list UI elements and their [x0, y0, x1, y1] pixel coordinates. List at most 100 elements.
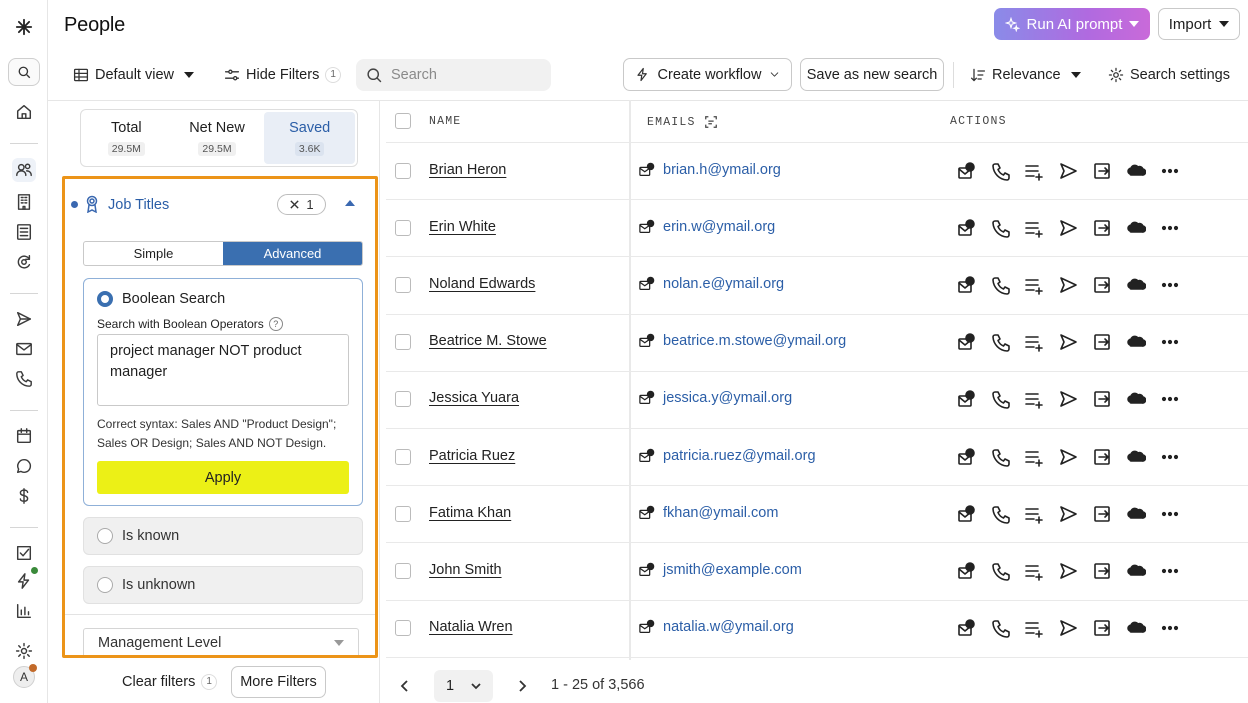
tab-saved[interactable]: Saved 3.6K	[264, 112, 356, 164]
export-icon[interactable]	[1092, 561, 1112, 581]
salesforce-icon[interactable]	[1126, 504, 1146, 524]
view-selector[interactable]: Default view	[73, 62, 194, 88]
is-unknown-option[interactable]: Is unknown	[83, 566, 363, 604]
tasks-icon[interactable]	[12, 541, 36, 565]
add-to-list-icon[interactable]	[1024, 618, 1044, 638]
clear-job-titles-chip[interactable]: 1	[277, 194, 326, 215]
email-status-icon[interactable]	[956, 332, 976, 352]
add-to-list-icon[interactable]	[1024, 332, 1044, 352]
phone-icon[interactable]	[990, 447, 1010, 467]
phone-icon[interactable]	[990, 561, 1010, 581]
chevron-up-icon[interactable]	[345, 200, 355, 206]
companies-icon[interactable]	[12, 190, 36, 214]
phone-icon[interactable]	[990, 275, 1010, 295]
email-link[interactable]: brian.h@ymail.org	[663, 162, 781, 178]
email-status-icon[interactable]	[956, 561, 976, 581]
import-button[interactable]: Import	[1158, 8, 1240, 40]
search-field[interactable]	[356, 59, 551, 91]
is-known-option[interactable]: Is known	[83, 517, 363, 555]
more-options-icon[interactable]	[1160, 561, 1180, 581]
people-icon[interactable]	[12, 158, 36, 182]
column-header-name[interactable]: NAME	[429, 115, 461, 128]
export-icon[interactable]	[1092, 447, 1112, 467]
person-name-link[interactable]: Natalia Wren	[429, 619, 513, 635]
analytics-icon[interactable]	[12, 599, 36, 623]
previous-page-button[interactable]	[395, 676, 415, 696]
mode-advanced[interactable]: Advanced	[223, 242, 362, 265]
phone-icon[interactable]	[990, 161, 1010, 181]
more-filters-button[interactable]: More Filters	[231, 666, 326, 698]
create-workflow-button[interactable]: Create workflow	[623, 58, 792, 91]
row-checkbox[interactable]	[395, 277, 411, 293]
send-sequence-icon[interactable]	[1058, 332, 1078, 352]
apply-button[interactable]: Apply	[97, 461, 349, 494]
workflows-icon[interactable]	[12, 567, 38, 593]
row-checkbox[interactable]	[395, 219, 411, 236]
email-status-icon[interactable]	[956, 447, 976, 467]
column-header-emails[interactable]: EMAILS	[647, 115, 718, 129]
email-status-icon[interactable]	[956, 161, 976, 181]
add-to-list-icon[interactable]	[1024, 447, 1044, 467]
save-as-new-search-button[interactable]: Save as new search	[800, 58, 944, 91]
person-name-link[interactable]: Fatima Khan	[429, 505, 511, 521]
export-icon[interactable]	[1092, 618, 1112, 638]
row-checkbox[interactable]	[395, 563, 411, 579]
person-name-link[interactable]: Patricia Ruez	[429, 448, 515, 464]
email-link[interactable]: fkhan@ymail.com	[663, 505, 778, 521]
lists-icon[interactable]	[12, 220, 36, 244]
calendar-icon[interactable]	[12, 424, 36, 448]
email-link[interactable]: patricia.ruez@ymail.org	[663, 448, 816, 464]
email-status-icon[interactable]	[956, 618, 976, 638]
salesforce-icon[interactable]	[1126, 618, 1146, 638]
row-checkbox[interactable]	[395, 391, 411, 408]
tab-total[interactable]: Total 29.5M	[81, 110, 172, 166]
salesforce-icon[interactable]	[1126, 447, 1146, 467]
export-icon[interactable]	[1092, 218, 1112, 238]
row-checkbox[interactable]	[395, 334, 411, 351]
add-to-list-icon[interactable]	[1024, 504, 1044, 524]
export-icon[interactable]	[1092, 389, 1112, 409]
boolean-search-radio[interactable]	[97, 291, 113, 307]
more-options-icon[interactable]	[1160, 618, 1180, 638]
export-icon[interactable]	[1092, 504, 1112, 524]
person-name-link[interactable]: Erin White	[429, 219, 496, 235]
more-options-icon[interactable]	[1160, 218, 1180, 238]
person-name-link[interactable]: Noland Edwards	[429, 276, 535, 292]
add-to-list-icon[interactable]	[1024, 218, 1044, 238]
next-page-button[interactable]	[512, 676, 532, 696]
more-options-icon[interactable]	[1160, 332, 1180, 352]
chat-icon[interactable]	[12, 454, 36, 478]
tab-net-new[interactable]: Net New 29.5M	[172, 110, 263, 166]
mode-simple[interactable]: Simple	[84, 242, 223, 265]
salesforce-icon[interactable]	[1126, 389, 1146, 409]
select-all-checkbox[interactable]	[395, 113, 411, 129]
phone-icon[interactable]	[990, 618, 1010, 638]
email-status-icon[interactable]	[956, 504, 976, 524]
logo-icon[interactable]	[12, 15, 36, 39]
add-to-list-icon[interactable]	[1024, 161, 1044, 181]
email-link[interactable]: jsmith@example.com	[663, 562, 802, 578]
send-sequence-icon[interactable]	[1058, 447, 1078, 467]
boolean-query-input[interactable]	[97, 334, 349, 406]
sort-selector[interactable]: Relevance	[970, 62, 1081, 88]
person-name-link[interactable]: Brian Heron	[429, 162, 506, 178]
send-sequence-icon[interactable]	[1058, 161, 1078, 181]
more-options-icon[interactable]	[1160, 161, 1180, 181]
row-checkbox[interactable]	[395, 620, 411, 637]
clear-filters-button[interactable]: Clear filters 1	[122, 674, 217, 690]
hide-filters-button[interactable]: Hide Filters 1	[224, 62, 341, 88]
email-link[interactable]: natalia.w@ymail.org	[663, 619, 794, 635]
gear-icon[interactable]	[12, 639, 36, 663]
add-to-list-icon[interactable]	[1024, 389, 1044, 410]
more-options-icon[interactable]	[1160, 504, 1180, 524]
person-name-link[interactable]: Beatrice M. Stowe	[429, 333, 547, 349]
search-input[interactable]	[391, 67, 541, 83]
email-link[interactable]: erin.w@ymail.org	[663, 219, 775, 235]
send-sequence-icon[interactable]	[1058, 275, 1078, 295]
phone-icon[interactable]	[990, 389, 1010, 410]
salesforce-icon[interactable]	[1126, 275, 1146, 295]
person-name-link[interactable]: Jessica Yuara	[429, 390, 519, 406]
email-status-icon[interactable]	[956, 275, 976, 295]
deals-icon[interactable]	[12, 484, 36, 508]
email-status-icon[interactable]	[956, 218, 976, 238]
